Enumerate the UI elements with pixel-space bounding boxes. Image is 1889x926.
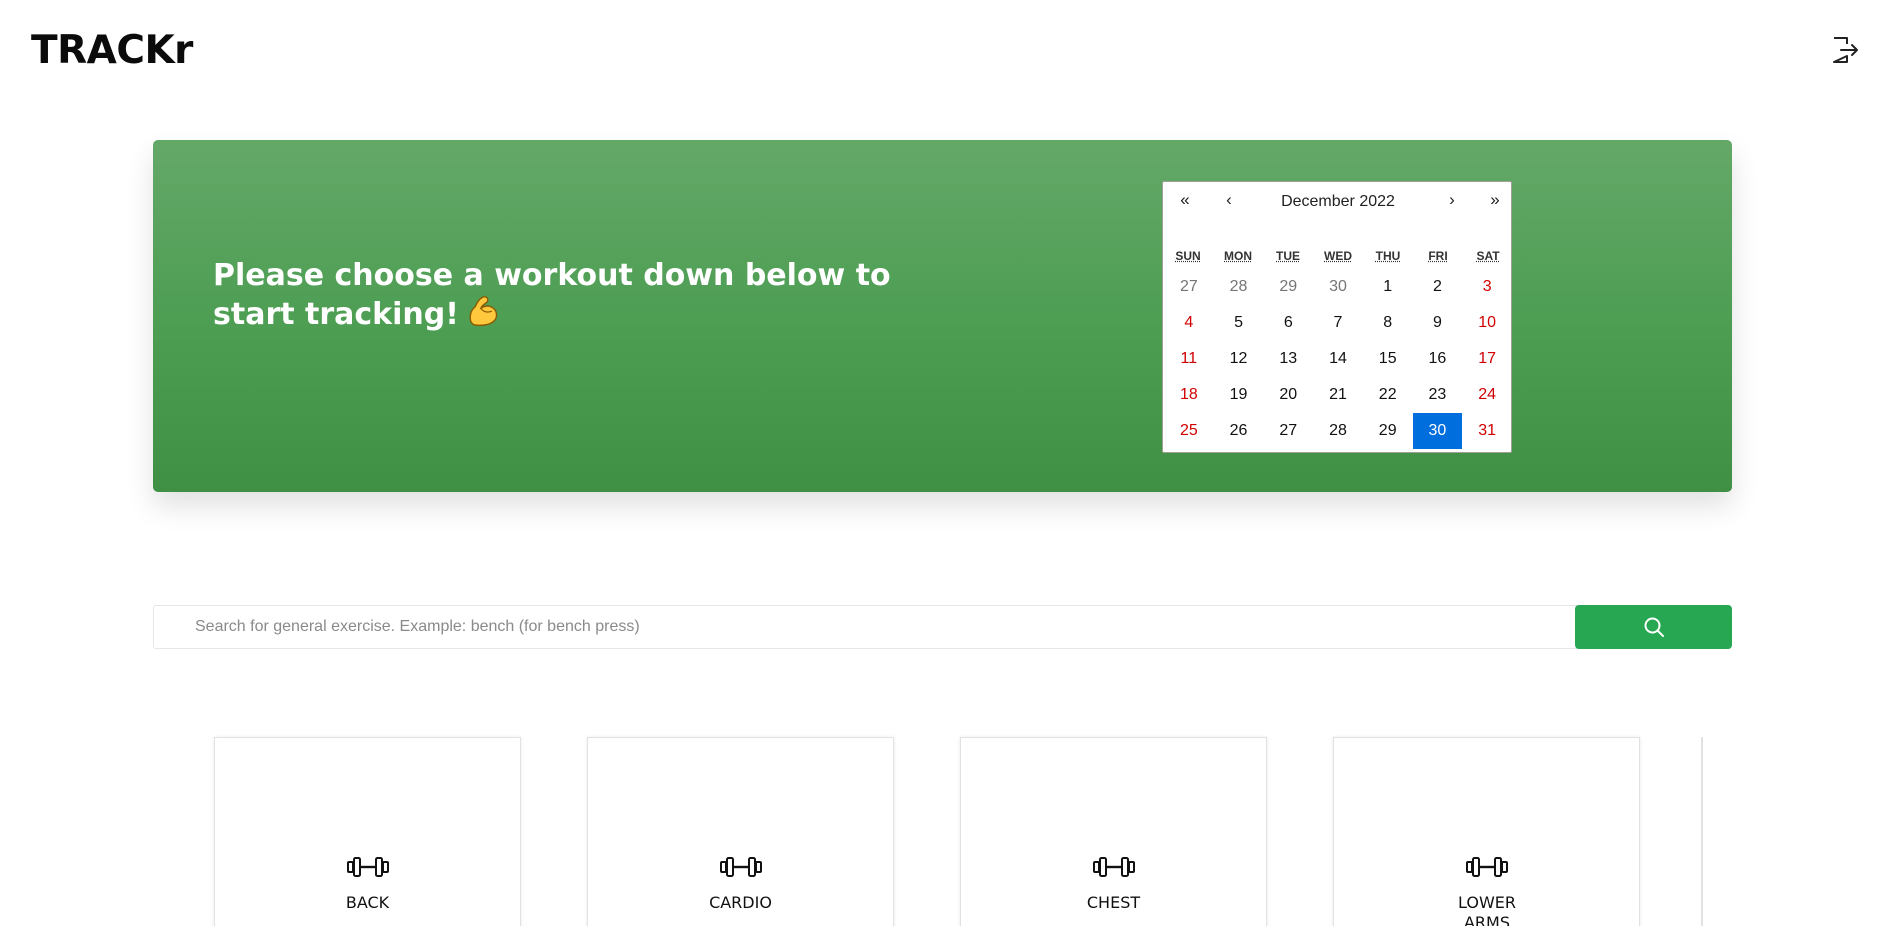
calendar-day[interactable]: 25 xyxy=(1164,413,1214,449)
calendar-day[interactable]: 22 xyxy=(1363,377,1413,413)
calendar-days-grid: 27 28 29 30 1 2 3 4 5 6 7 8 9 10 11 12 1… xyxy=(1164,269,1512,449)
search-icon xyxy=(1644,617,1664,637)
dumbbell-icon xyxy=(1466,857,1508,877)
calendar-day[interactable]: 7 xyxy=(1313,305,1363,341)
calendar-day[interactable]: 21 xyxy=(1313,377,1363,413)
calendar-day[interactable]: 10 xyxy=(1462,305,1512,341)
calendar-weekdays: SUN MON TUE WED THU FRI SAT xyxy=(1163,249,1513,263)
category-label: CHEST xyxy=(1086,893,1141,912)
calendar-day[interactable]: 18 xyxy=(1164,377,1214,413)
calendar-day[interactable]: 28 xyxy=(1214,269,1264,305)
calendar-day[interactable]: 27 xyxy=(1164,269,1214,305)
calendar-day-selected[interactable]: 30 xyxy=(1412,413,1463,449)
calendar-day[interactable]: 5 xyxy=(1214,305,1264,341)
calendar-day[interactable]: 30 xyxy=(1313,269,1363,305)
calendar-day[interactable]: 20 xyxy=(1263,377,1313,413)
calendar-day[interactable]: 29 xyxy=(1263,269,1313,305)
calendar-day[interactable]: 1 xyxy=(1363,269,1413,305)
weekday-label: THU xyxy=(1375,249,1401,263)
weekday-label: WED xyxy=(1324,249,1352,263)
calendar-day[interactable]: 26 xyxy=(1214,413,1264,449)
calendar-day[interactable]: 3 xyxy=(1462,269,1512,305)
calendar-day[interactable]: 8 xyxy=(1363,305,1413,341)
dumbbell-icon xyxy=(720,857,762,877)
calendar-day[interactable]: 13 xyxy=(1263,341,1313,377)
next-category-card-edge xyxy=(1701,737,1703,926)
category-label: BACK xyxy=(345,893,390,912)
calendar-month-label[interactable]: December 2022 xyxy=(1253,193,1423,211)
calendar-day[interactable]: 31 xyxy=(1462,413,1512,449)
calendar-day[interactable]: 29 xyxy=(1363,413,1413,449)
calendar-day[interactable]: 17 xyxy=(1462,341,1512,377)
hero-message-text: Please choose a workout down below to st… xyxy=(213,258,891,332)
calendar-day[interactable]: 2 xyxy=(1413,269,1463,305)
prev-year-button[interactable]: « xyxy=(1173,190,1197,210)
calendar-day[interactable]: 9 xyxy=(1413,305,1463,341)
search-button[interactable] xyxy=(1575,605,1732,649)
exercise-search-input[interactable] xyxy=(153,605,1578,649)
logout-button[interactable] xyxy=(1830,35,1860,65)
weekday-label: TUE xyxy=(1276,249,1300,263)
calendar-day[interactable]: 4 xyxy=(1164,305,1214,341)
dumbbell-icon xyxy=(347,857,389,877)
app-logo[interactable]: TRACKr xyxy=(31,28,193,73)
category-card-chest[interactable]: CHEST xyxy=(960,737,1267,926)
category-label: CARDIO xyxy=(709,893,772,912)
calendar-day[interactable]: 24 xyxy=(1462,377,1512,413)
logout-icon xyxy=(1833,37,1858,63)
calendar-day[interactable]: 28 xyxy=(1313,413,1363,449)
workout-category-list: BACK CARDIO CHEST LOWER ARMS xyxy=(0,737,1889,926)
calendar-navigation: « ‹ December 2022 › » xyxy=(1163,182,1511,224)
flexed-biceps-icon xyxy=(469,296,498,327)
category-card-lower-arms[interactable]: LOWER ARMS xyxy=(1333,737,1640,926)
hero-banner: Please choose a workout down below to st… xyxy=(153,140,1732,492)
next-month-button[interactable]: › xyxy=(1440,190,1464,210)
calendar-day[interactable]: 15 xyxy=(1363,341,1413,377)
dumbbell-icon xyxy=(1093,857,1135,877)
next-year-button[interactable]: » xyxy=(1483,190,1507,210)
app-page: TRACKr Please choose a workout down belo… xyxy=(0,0,1889,926)
category-label: LOWER ARMS xyxy=(1458,893,1516,926)
weekday-label: MON xyxy=(1224,249,1252,263)
calendar-day[interactable]: 11 xyxy=(1164,341,1214,377)
calendar-day[interactable]: 19 xyxy=(1214,377,1264,413)
calendar-day[interactable]: 16 xyxy=(1413,341,1463,377)
prev-month-button[interactable]: ‹ xyxy=(1217,190,1241,210)
weekday-label: SUN xyxy=(1175,249,1201,263)
calendar-day[interactable]: 23 xyxy=(1413,377,1463,413)
weekday-label: SAT xyxy=(1476,249,1500,263)
category-card-back[interactable]: BACK xyxy=(214,737,521,926)
calendar-day[interactable]: 27 xyxy=(1263,413,1313,449)
weekday-label: FRI xyxy=(1428,249,1448,263)
date-calendar: « ‹ December 2022 › » SUN MON TUE WED TH… xyxy=(1162,181,1512,453)
calendar-day[interactable]: 12 xyxy=(1214,341,1264,377)
calendar-day[interactable]: 6 xyxy=(1263,305,1313,341)
category-card-cardio[interactable]: CARDIO xyxy=(587,737,894,926)
hero-message: Please choose a workout down below to st… xyxy=(213,258,933,333)
calendar-day[interactable]: 14 xyxy=(1313,341,1363,377)
